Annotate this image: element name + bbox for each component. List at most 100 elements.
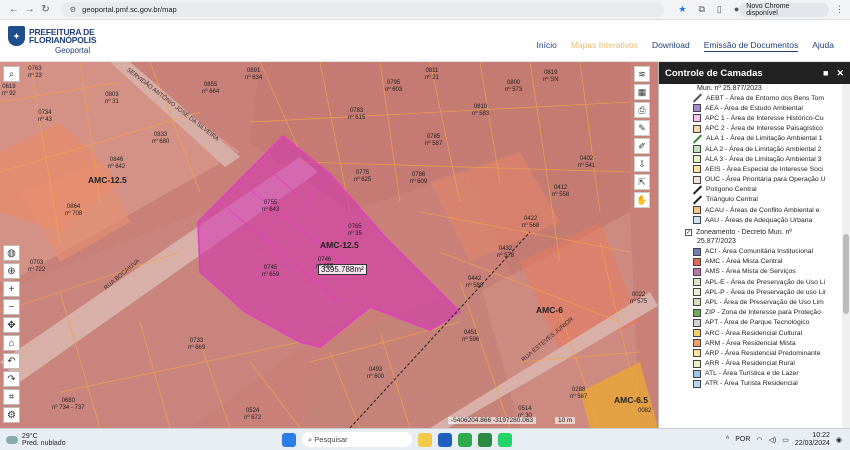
layer-item[interactable]: AMS - Área Mista de Serviços <box>663 267 843 277</box>
layer-item[interactable]: APL - Área de Preservação de Uso Lim <box>663 297 843 307</box>
zoom-out-icon[interactable]: − <box>3 299 20 315</box>
zoom-in-icon[interactable]: + <box>3 281 20 297</box>
layer-item[interactable]: ALA 2 - Área de Limitação Ambiental 2 <box>663 144 843 154</box>
map-canvas[interactable]: AMC-12.5 AMC-12.5 AMC-6 AMC-6.5 3395.788… <box>0 62 658 428</box>
globe-icon[interactable]: ◍ <box>3 245 20 261</box>
chrome-icon[interactable] <box>458 432 472 447</box>
volume-icon[interactable]: ◁) <box>769 436 777 444</box>
crop-icon[interactable]: ⌗ <box>3 389 20 405</box>
nav-inicio[interactable]: Início <box>537 40 557 52</box>
zone-label: AMC-12.5 <box>320 240 359 250</box>
zone-label: AMC-12.5 <box>88 175 127 185</box>
nav-download[interactable]: Download <box>652 40 690 52</box>
layer-item[interactable]: APC 1 - Área de Interesse Histórico-Cu <box>663 113 843 123</box>
battery-icon[interactable]: ▭ <box>782 436 789 444</box>
layer-item[interactable]: ACI - Área Comunitária Institucional <box>663 246 843 256</box>
parcel-label: 0819 nº SN <box>543 70 559 83</box>
close-icon[interactable]: ✕ <box>836 68 844 79</box>
excel-icon[interactable] <box>478 432 492 447</box>
legend-line-swatch <box>693 186 702 194</box>
layer-item[interactable]: ZIP - Zona de Interesse para Proteção <box>663 308 843 318</box>
menu-icon[interactable]: ⋮ <box>835 4 844 15</box>
layer-control-panel: Controle de Camadas ■ ✕ Mun. nº 25.877/2… <box>658 62 850 428</box>
layer-item[interactable]: AEA - Área de Estudo Ambiental <box>663 103 843 113</box>
settings-icon[interactable]: ⚙ <box>3 407 20 423</box>
layer-list[interactable]: Mun. nº 25.877/2023 AEBT - Área de Entor… <box>659 84 843 428</box>
layer-item[interactable]: APL-P - Área de Preservação de uso Lir <box>663 287 843 297</box>
nav-ajuda[interactable]: Ajuda <box>812 40 834 52</box>
zoom-search-icon[interactable]: ⊕ <box>3 263 20 279</box>
nav-mapas-interativos[interactable]: Mapas Interativos <box>571 40 638 52</box>
download-icon[interactable]: ⇩ <box>634 156 650 172</box>
layer-item[interactable]: ACAU - Áreas de Conflito Ambiental e <box>663 205 843 215</box>
legend-color-swatch <box>693 206 701 215</box>
grid-icon[interactable]: ▦ <box>634 84 650 100</box>
layer-item[interactable]: AAU - Áreas de Adequação Urbana <box>663 215 843 225</box>
layer-item[interactable]: AEBT - Área de Entorno dos Bens Tom <box>663 93 843 103</box>
logo[interactable]: ✦ PREFEITURA DE FLORIANÓPOLIS <box>8 26 96 46</box>
layer-item[interactable]: OUC - Área Prioritária para Operação U <box>663 175 843 185</box>
notification-icon[interactable]: ◉ <box>836 436 842 444</box>
checkbox-icon[interactable]: ✓ <box>685 229 692 237</box>
layer-item[interactable]: APC 2 - Área de Interesse Paisagístico <box>663 124 843 134</box>
chevron-up-icon[interactable]: ^ <box>726 436 729 443</box>
layer-label: AMC - Área Mista Central <box>705 258 783 266</box>
hand-icon[interactable]: ✋ <box>634 192 650 208</box>
extensions-icon[interactable]: ⧉ <box>698 4 704 15</box>
home-icon[interactable]: ⌂ <box>3 335 20 351</box>
layers-icon[interactable]: ≋ <box>634 66 650 82</box>
pan-icon[interactable]: ✥ <box>3 317 20 333</box>
time: 10:22 <box>812 432 830 439</box>
site-info-icon[interactable]: ⚙ <box>69 5 76 14</box>
whatsapp-icon[interactable] <box>498 432 512 447</box>
scroll-thumb[interactable] <box>843 234 849 314</box>
bookmark-star-icon[interactable]: ★ <box>678 4 686 15</box>
edit-icon[interactable]: ✐ <box>634 138 650 154</box>
address-bar[interactable]: ⚙ geoportal.pmf.sc.gov.br/map <box>61 2 665 17</box>
forward-icon[interactable]: → <box>22 4 38 15</box>
nav-emissao-documentos[interactable]: Emissão de Documentos <box>703 40 799 52</box>
group-subtitle: 25.877/2023 <box>697 238 736 246</box>
layer-item[interactable]: ARC - Área Residencial Cultural <box>663 328 843 338</box>
reload-icon[interactable]: ↻ <box>38 4 54 15</box>
zone-label: AMC-6.5 <box>614 395 649 405</box>
layer-item[interactable]: ATL - Área Turística e de Lazer <box>663 369 843 379</box>
layer-item[interactable]: APL-E - Área de Preservação de Uso Li <box>663 277 843 287</box>
pencil-icon[interactable]: ✎ <box>634 120 650 136</box>
layer-item[interactable]: ARR - Área Residencial Rural <box>663 359 843 369</box>
layer-item[interactable]: Triângulo Central <box>663 195 843 205</box>
layer-item[interactable]: AEIS - Área Especial de Interesse Soci <box>663 164 843 174</box>
weather-widget[interactable]: 29°C Pred. nublado <box>6 433 66 447</box>
layer-label: APL-P - Área de Preservação de uso Lir <box>705 288 827 296</box>
word-icon[interactable] <box>438 432 452 447</box>
scrollbar[interactable] <box>842 84 850 428</box>
file-explorer-icon[interactable] <box>418 432 432 447</box>
legend-color-swatch <box>693 369 701 378</box>
windows-start-icon[interactable] <box>282 432 296 447</box>
legend-color-swatch <box>693 216 701 225</box>
taskbar-search[interactable]: ⌕ Pesquisar <box>302 432 412 447</box>
layer-item[interactable]: ALA 3 - Área de Limitação Ambiental 3 <box>663 154 843 164</box>
export-icon[interactable]: ⇱ <box>634 174 650 190</box>
legend-color-swatch <box>693 104 701 113</box>
layer-item[interactable]: Polígono Central <box>663 185 843 195</box>
sidebar-icon[interactable]: ▯ <box>717 4 722 15</box>
wifi-icon[interactable]: ◠ <box>756 436 762 444</box>
clock[interactable]: 10:22 22/03/2024 <box>795 432 830 447</box>
layer-item[interactable]: ARP - Área Residencial Predominante <box>663 348 843 358</box>
layer-item[interactable]: APT - Área de Parque Tecnológico <box>663 318 843 328</box>
layer-item[interactable]: ATR - Área Turista Residencial <box>663 379 843 389</box>
print-icon[interactable]: ⎙ <box>634 102 650 118</box>
language-indicator[interactable]: POR <box>735 436 750 443</box>
update-chrome-button[interactable]: Novo Chrome disponível <box>739 2 830 17</box>
redo-icon[interactable]: ↷ <box>3 371 20 387</box>
layer-item[interactable]: ARM - Área Residencial Mista <box>663 338 843 348</box>
back-icon[interactable]: ← <box>6 4 22 15</box>
search-icon[interactable]: ⌕ <box>3 66 20 82</box>
layer-item[interactable]: AMC - Área Mista Central <box>663 257 843 267</box>
undo-icon[interactable]: ↶ <box>3 353 20 369</box>
legend-color-swatch <box>693 308 701 317</box>
minimize-icon[interactable]: ■ <box>823 68 828 79</box>
layer-item[interactable]: ALA 1 - Área de Limitação Ambiental 1 <box>663 134 843 144</box>
layer-group-zoneamento[interactable]: ✓ Zoneamento - Decreto Mun. nº <box>685 228 843 237</box>
